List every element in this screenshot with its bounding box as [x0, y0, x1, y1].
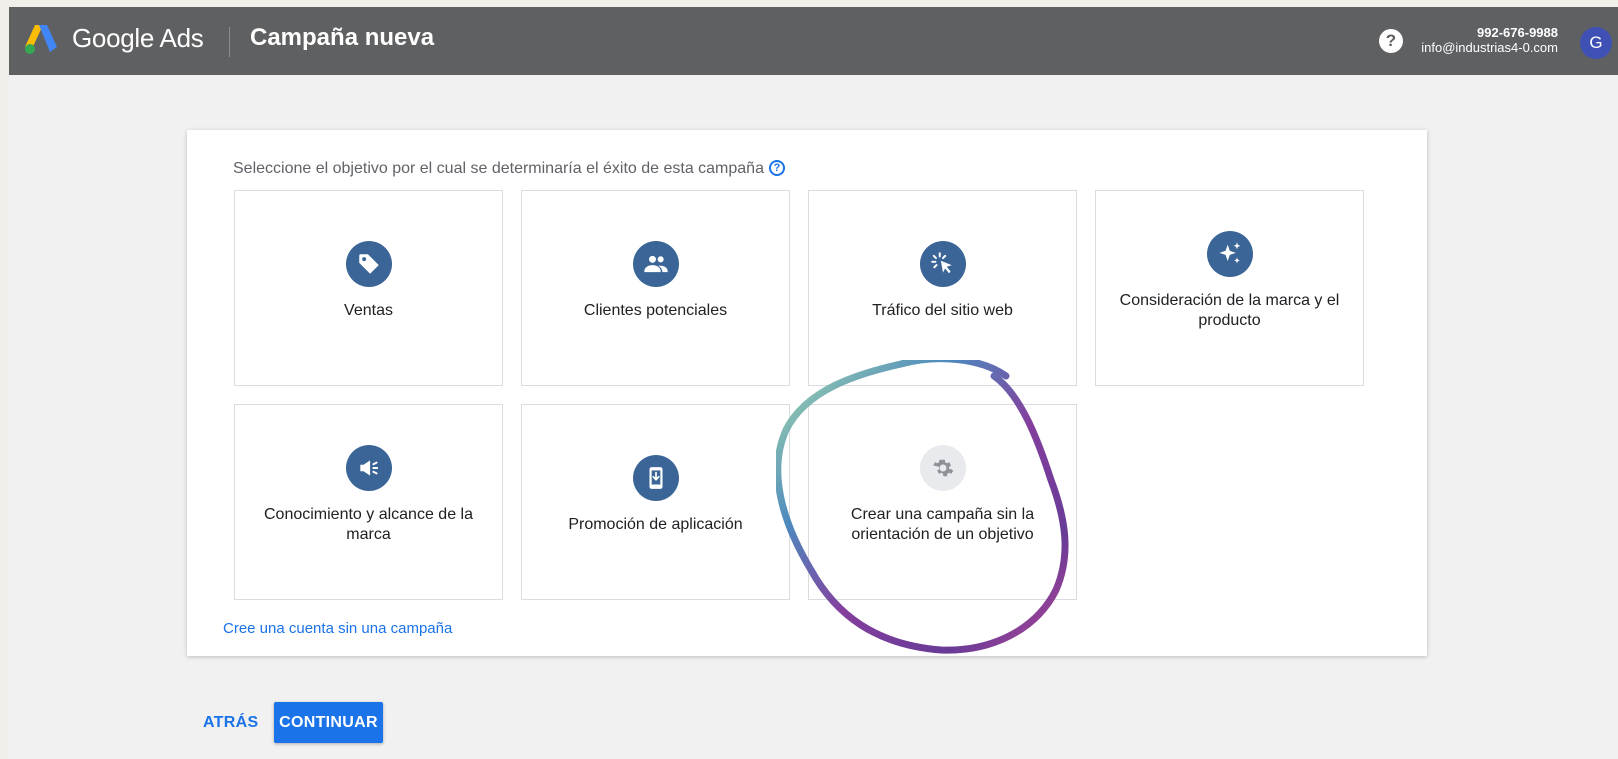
website-traffic-click-icon — [919, 241, 966, 287]
page-title: Campaña nueva — [250, 24, 435, 51]
goal-label: Consideración de la marca y el producto — [1119, 292, 1340, 329]
goal-tile-brand-consideration[interactable]: Consideración de la marca y el producto — [1095, 190, 1364, 386]
google-ads-logo-icon[interactable] — [23, 23, 59, 55]
goal-tile-brand-awareness[interactable]: Conocimiento y alcance de la marca — [234, 404, 503, 600]
goal-prompt: Seleccione el objetivo por el cual se de… — [233, 160, 785, 178]
account-email: info@industrias4-0.com — [1421, 40, 1558, 55]
brand-name[interactable]: Google Ads — [72, 23, 204, 54]
account-phone: 992-676-9988 — [1477, 25, 1558, 40]
account-info[interactable]: 992-676-9988 info@industrias4-0.com — [1421, 25, 1558, 56]
app-download-icon — [632, 455, 679, 501]
goal-tile-no-goal[interactable]: Crear una campaña sin la orientación de … — [808, 404, 1077, 600]
goal-label: Clientes potenciales — [583, 302, 728, 319]
goal-label: Promoción de aplicación — [568, 516, 743, 533]
goal-tile-app-promotion[interactable]: Promoción de aplicación — [521, 404, 790, 600]
goal-label: Crear una campaña sin la orientación de … — [850, 506, 1035, 543]
sparkle-icon — [1206, 231, 1253, 277]
megaphone-icon — [345, 445, 392, 491]
leads-people-icon — [632, 241, 679, 287]
goal-label: Tráfico del sitio web — [872, 302, 1013, 319]
help-icon[interactable]: ? — [1379, 29, 1403, 53]
goal-prompt-text: Seleccione el objetivo por el cual se de… — [233, 160, 764, 177]
create-account-without-campaign-link[interactable]: Cree una cuenta sin una campaña — [223, 620, 452, 637]
goal-tile-sales[interactable]: Ventas — [234, 190, 503, 386]
goal-tile-website-traffic[interactable]: Tráfico del sitio web — [808, 190, 1077, 386]
goal-selection-card: Seleccione el objetivo por el cual se de… — [187, 130, 1427, 656]
sales-tag-icon — [345, 241, 392, 287]
goal-label: Ventas — [344, 302, 393, 319]
gear-icon — [919, 445, 966, 491]
question-circle-icon[interactable]: ? — [768, 160, 785, 176]
top-bar: Google Ads Campaña nueva ? 992-676-9988 … — [9, 7, 1618, 75]
goal-label: Conocimiento y alcance de la marca — [263, 506, 473, 543]
avatar[interactable]: G — [1580, 27, 1612, 59]
brand-divider — [229, 27, 230, 57]
continue-button[interactable]: CONTINUAR — [274, 702, 383, 743]
back-button[interactable]: ATRÁS — [203, 714, 258, 732]
goal-tile-leads[interactable]: Clientes potenciales — [521, 190, 790, 386]
